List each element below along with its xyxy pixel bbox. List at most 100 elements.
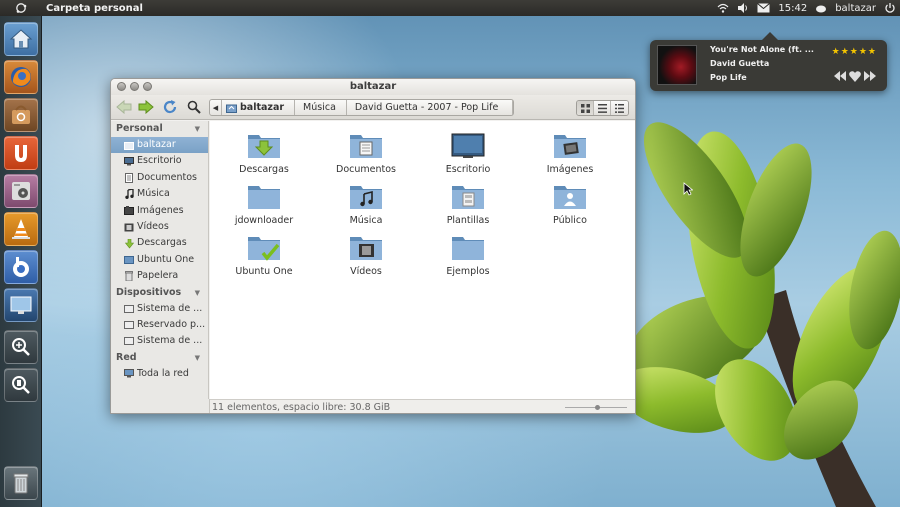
status-bar: 11 elementos, espacio libre: 30.8 GiB <box>210 399 635 413</box>
favorite-button[interactable] <box>848 70 862 82</box>
back-button[interactable] <box>115 99 133 115</box>
folder-item-videos[interactable]: Vídeos <box>316 233 416 277</box>
sidebar-item-ubuntu-one[interactable]: Ubuntu One <box>111 252 208 268</box>
window-controls <box>117 82 152 91</box>
album-cover-image[interactable] <box>657 45 697 85</box>
sidebar-item-papelera[interactable]: Papelera <box>111 268 208 284</box>
next-track-button[interactable] <box>863 70 877 82</box>
sidebar-item-label: Documentos <box>137 171 197 183</box>
status-text: 11 elementos, espacio libre: 30.8 GiB <box>212 402 391 413</box>
folder-item-musica[interactable]: Música <box>316 182 416 226</box>
network-wifi-icon[interactable] <box>717 2 729 14</box>
folder-label: Imágenes <box>546 164 594 175</box>
folder-icon <box>248 186 280 209</box>
compact-view-button[interactable] <box>611 101 628 115</box>
reload-button[interactable] <box>161 99 179 115</box>
sidebar-item-label: baltazar <box>137 139 176 150</box>
collapse-triangle-icon[interactable]: ▼ <box>195 285 200 301</box>
zoom-slider[interactable] <box>565 405 627 410</box>
close-window-button[interactable] <box>117 82 126 91</box>
search-button[interactable] <box>185 99 203 115</box>
launcher-firefox[interactable] <box>4 60 38 94</box>
maximize-window-button[interactable] <box>143 82 152 91</box>
launcher-software-center[interactable] <box>4 98 38 132</box>
download-arrow-icon <box>124 238 134 249</box>
breadcrumb-label: baltazar <box>240 102 285 113</box>
previous-track-button[interactable] <box>833 70 847 82</box>
folder-item-plantillas[interactable]: Plantillas <box>418 182 518 226</box>
rating-stars[interactable]: ★★★★★ <box>832 47 877 57</box>
sidebar-item-baltazar[interactable]: baltazar <box>111 137 208 154</box>
sidebar-item-label: Ubuntu One <box>137 253 195 265</box>
launcher-home-folder[interactable] <box>4 22 38 56</box>
sidebar-item-musica[interactable]: Música <box>111 186 208 202</box>
folder-item-imagenes[interactable]: Imágenes <box>520 131 620 175</box>
rhythmbox-icon <box>12 182 30 200</box>
heart-icon <box>849 70 861 82</box>
collapse-triangle-icon[interactable]: ▼ <box>195 350 200 366</box>
folder-item-jdownloader[interactable]: jdownloader <box>214 182 314 226</box>
clock[interactable]: 15:42 <box>778 3 807 14</box>
sidebar-item-imagenes[interactable]: Imágenes <box>111 203 208 219</box>
launcher-workspace-switcher[interactable] <box>4 288 38 322</box>
power-icon[interactable] <box>884 2 896 14</box>
folder-item-ubuntu-one[interactable]: Ubuntu One <box>214 233 314 277</box>
volume-icon[interactable] <box>737 2 749 14</box>
folder-label: Ubuntu One <box>235 266 293 277</box>
launcher-dash-files[interactable] <box>4 368 38 402</box>
ubuntu-logo-button[interactable] <box>0 0 42 16</box>
folder-label: Escritorio <box>445 164 491 175</box>
sidebar-item-toda-la-red[interactable]: Toda la red <box>111 366 208 382</box>
drive-icon <box>124 336 134 346</box>
list-view-button[interactable] <box>594 101 611 115</box>
folder-item-escritorio[interactable]: Escritorio <box>418 131 518 175</box>
videos-folder-icon <box>350 237 382 260</box>
minimize-window-button[interactable] <box>130 82 139 91</box>
sidebar-item-descargas[interactable]: Descargas <box>111 235 208 251</box>
pathbar-scroll-left-button[interactable]: ◀ <box>210 100 222 115</box>
back-arrow-icon <box>116 100 132 114</box>
sidebar-item-label: Toda la red <box>137 367 189 379</box>
sidebar-item-documentos[interactable]: Documentos <box>111 170 208 186</box>
sidebar-item-device-2[interactable]: Reservado p... <box>111 317 208 333</box>
sidebar-footer <box>111 399 210 413</box>
mail-icon[interactable] <box>757 3 771 13</box>
launcher-vlc[interactable] <box>4 212 38 246</box>
places-sidebar: Personal ▼ baltazar Escritorio Documento… <box>111 121 209 399</box>
forward-button[interactable] <box>137 99 155 115</box>
icon-view-button[interactable] <box>577 101 594 115</box>
sidebar-section-label: Dispositivos <box>116 286 182 298</box>
launcher-rhythmbox[interactable] <box>4 174 38 208</box>
folder-item-documentos[interactable]: Documentos <box>316 131 416 175</box>
sidebar-item-escritorio[interactable]: Escritorio <box>111 153 208 169</box>
launcher-banshee[interactable] <box>4 250 38 284</box>
folder-view[interactable]: Descargas Documentos Escritorio Imágenes… <box>210 121 635 399</box>
sidebar-item-label: Escritorio <box>137 155 182 167</box>
launcher-trash[interactable] <box>4 466 38 500</box>
sidebar-section-network[interactable]: Red ▼ <box>111 350 208 366</box>
ubuntu-one-icon <box>15 145 27 162</box>
folder-item-descargas[interactable]: Descargas <box>214 131 314 175</box>
trash-icon <box>13 473 29 494</box>
sidebar-section-personal[interactable]: Personal ▼ <box>111 121 208 137</box>
sidebar-item-device-3[interactable]: Sistema de ... <box>111 333 208 349</box>
breadcrumb-item-musica[interactable]: Música <box>295 100 347 115</box>
sidebar-section-devices[interactable]: Dispositivos ▼ <box>111 285 208 301</box>
breadcrumb-item-album[interactable]: David Guetta - 2007 - Pop Life <box>347 100 514 115</box>
launcher-dash-apps[interactable] <box>4 330 38 364</box>
folder-item-ejemplos[interactable]: Ejemplos <box>418 233 518 277</box>
sidebar-section-label: Personal <box>116 123 163 134</box>
sidebar-item-label: Imágenes <box>137 204 184 216</box>
list-icon <box>597 103 607 113</box>
trash-icon <box>124 271 134 282</box>
user-name[interactable]: baltazar <box>835 3 876 14</box>
folder-label: Ejemplos <box>446 266 490 277</box>
sidebar-item-device-1[interactable]: Sistema de ... <box>111 301 208 317</box>
window-titlebar[interactable]: baltazar <box>111 79 635 95</box>
user-status-icon[interactable] <box>815 2 827 14</box>
folder-item-publico[interactable]: Público <box>520 182 620 226</box>
launcher-ubuntu-one[interactable] <box>4 136 38 170</box>
sidebar-item-videos[interactable]: Vídeos <box>111 219 208 235</box>
collapse-triangle-icon[interactable]: ▼ <box>195 121 200 137</box>
breadcrumb-item-home[interactable]: baltazar <box>222 100 296 115</box>
